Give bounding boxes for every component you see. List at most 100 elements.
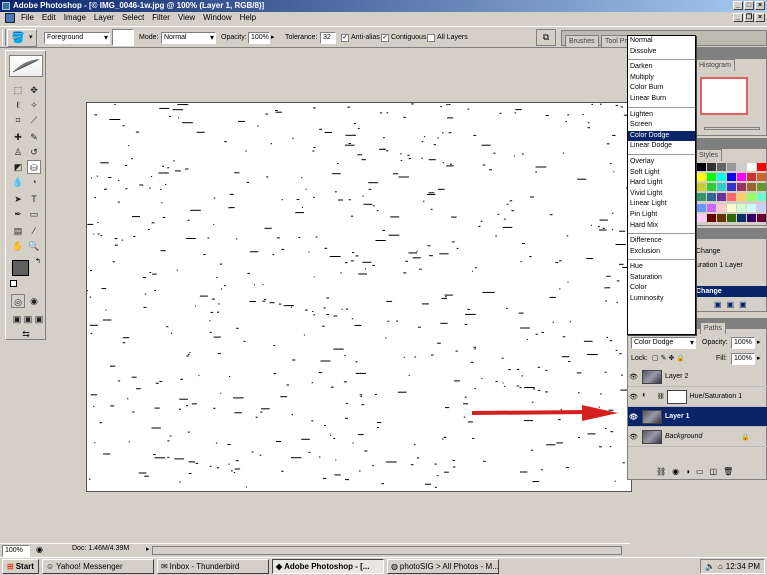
crop-tool-icon[interactable]: ⌗ <box>11 113 25 127</box>
clone-stamp-tool-icon[interactable]: ♙ <box>11 145 25 159</box>
eye-icon[interactable]: 👁 <box>628 393 639 401</box>
color-swatch[interactable] <box>697 183 706 192</box>
color-swatch[interactable] <box>727 173 736 182</box>
doc-minimize-button[interactable]: _ <box>733 13 743 22</box>
swatch-grid[interactable] <box>697 163 766 223</box>
document-icon[interactable] <box>5 13 15 23</box>
pattern-picker[interactable] <box>112 29 134 46</box>
color-swatch[interactable] <box>737 173 746 182</box>
status-arrow-icon[interactable]: ▸ <box>146 545 150 553</box>
color-swatch[interactable] <box>747 173 756 182</box>
color-swatch[interactable] <box>717 203 726 212</box>
blend-mode-soft-light[interactable]: Soft Light <box>628 168 695 179</box>
layer-row[interactable]: 👁 Layer 2 <box>628 367 767 387</box>
foreground-color-swatch[interactable] <box>12 260 29 276</box>
zoom-slider[interactable] <box>704 127 760 130</box>
color-swatch[interactable] <box>747 213 756 222</box>
blend-mode-overlay[interactable]: Overlay <box>628 157 695 168</box>
color-swatch[interactable] <box>757 193 766 202</box>
screen-mode-full-icon[interactable]: ▣ <box>32 312 46 326</box>
link-icon[interactable]: ⛓ <box>657 393 665 400</box>
healing-brush-tool-icon[interactable]: ✚ <box>11 130 25 144</box>
navigator-thumbnail[interactable] <box>700 77 748 115</box>
menu-help[interactable]: Help <box>236 12 260 24</box>
color-swatch[interactable] <box>707 183 716 192</box>
history-item[interactable]: uration 1 Layer <box>696 262 743 269</box>
color-swatch[interactable] <box>747 193 756 202</box>
horizontal-scrollbar[interactable] <box>152 546 622 555</box>
color-swatch[interactable] <box>697 173 706 182</box>
tab-histogram[interactable]: Histogram <box>695 59 735 71</box>
color-swatch[interactable] <box>697 163 706 171</box>
color-swatch[interactable] <box>737 183 746 192</box>
color-swatch[interactable] <box>757 163 766 171</box>
slice-tool-icon[interactable]: ⟋ <box>27 113 41 127</box>
menu-edit[interactable]: Edit <box>38 12 60 24</box>
menu-layer[interactable]: Layer <box>90 12 118 24</box>
fill-source-select[interactable]: Foreground <box>44 32 110 44</box>
color-swatch[interactable] <box>757 173 766 182</box>
blend-mode-difference[interactable]: Difference <box>628 236 695 247</box>
file-browser-icon[interactable]: ⧉ <box>536 29 556 46</box>
shape-tool-icon[interactable]: ▭ <box>27 207 41 221</box>
blend-mode-exclusion[interactable]: Exclusion <box>628 247 695 258</box>
eyedropper-tool-icon[interactable]: ⁄ <box>27 224 41 238</box>
color-swatch[interactable] <box>727 183 736 192</box>
blend-mode-screen[interactable]: Screen <box>628 120 695 131</box>
blend-mode-normal[interactable]: Normal <box>628 36 695 47</box>
eye-icon[interactable]: 👁 <box>628 413 639 421</box>
blend-mode-luminosity[interactable]: Luminosity <box>628 294 695 305</box>
layer-row[interactable]: 👁 Background 🔒 <box>628 427 767 447</box>
color-swatch[interactable] <box>707 203 716 212</box>
layer-opacity-input[interactable]: 100% <box>731 337 755 349</box>
fill-input[interactable]: 100% <box>731 353 755 365</box>
menu-image[interactable]: Image <box>60 12 90 24</box>
magic-wand-tool-icon[interactable]: ✧ <box>27 98 41 112</box>
color-swatch[interactable] <box>757 213 766 222</box>
blend-mode-dropdown[interactable]: Normal Dissolve Darken Multiply Color Burn Li… <box>627 35 696 335</box>
blur-tool-icon[interactable]: 💧 <box>11 175 25 189</box>
quick-mask-mode-icon[interactable]: ◉ <box>27 294 41 308</box>
task-photoshop[interactable]: ◆ Adobe Photoshop - [... <box>271 559 384 574</box>
tool-preset-picker[interactable]: 🪣 ▾ <box>7 29 37 47</box>
task-thunderbird[interactable]: ✉ Inbox - Thunderbird <box>156 559 269 574</box>
doc-restore-button[interactable]: ❐ <box>744 13 754 22</box>
eraser-tool-icon[interactable]: ◩ <box>11 160 25 174</box>
antialias-checkbox[interactable]: ✓ <box>341 34 349 42</box>
color-swatch[interactable] <box>757 203 766 212</box>
lasso-tool-icon[interactable]: ℓ <box>11 98 25 112</box>
color-swatch[interactable] <box>707 163 716 171</box>
options-grip[interactable] <box>2 29 6 46</box>
layer-row[interactable]: 👁 ◐ ⛓ Hue/Saturation 1 <box>628 387 767 407</box>
move-tool-icon[interactable]: ✥ <box>27 83 41 97</box>
color-swatch[interactable] <box>727 203 736 212</box>
task-photosig[interactable]: ◍ photoSIG > All Photos - M... <box>386 559 499 574</box>
layer-blend-mode-select[interactable]: Color Dodge <box>631 337 696 349</box>
color-swatch[interactable] <box>697 193 706 202</box>
lock-icons[interactable]: ▢✎✥🔒 <box>652 354 687 362</box>
blend-mode-dissolve[interactable]: Dissolve <box>628 47 695 58</box>
color-swatch[interactable] <box>747 183 756 192</box>
blend-mode-lighten[interactable]: Lighten <box>628 110 695 121</box>
layer-row-selected[interactable]: 👁 Layer 1 <box>628 407 767 427</box>
color-swatch[interactable] <box>717 173 726 182</box>
pen-tool-icon[interactable]: ✒ <box>11 207 25 221</box>
blend-mode-linear-light[interactable]: Linear Light <box>628 199 695 210</box>
blend-mode-multiply[interactable]: Multiply <box>628 73 695 84</box>
blend-mode-linear-dodge[interactable]: Linear Dodge <box>628 141 695 152</box>
tab-brushes[interactable]: Brushes <box>565 35 599 47</box>
document-canvas[interactable] <box>86 102 632 492</box>
color-swatch[interactable] <box>727 163 736 171</box>
all-layers-checkbox[interactable] <box>427 34 435 42</box>
jump-to-imageready-icon[interactable]: ⇆ <box>19 327 33 341</box>
blend-mode-pin-light[interactable]: Pin Light <box>628 210 695 221</box>
doc-close-button[interactable]: × <box>755 13 765 22</box>
brush-tool-icon[interactable]: ✎ <box>27 130 41 144</box>
zoom-tool-icon[interactable]: 🔍 <box>27 239 41 253</box>
menu-window[interactable]: Window <box>199 12 235 24</box>
blend-mode-color-burn[interactable]: Color Burn <box>628 83 695 94</box>
blend-mode-linear-burn[interactable]: Linear Burn <box>628 94 695 105</box>
opacity-arrow-icon[interactable]: ▸ <box>757 338 761 346</box>
blend-mode-color-dodge[interactable]: Color Dodge <box>628 130 695 142</box>
dodge-tool-icon[interactable]: ◔ <box>27 175 41 189</box>
